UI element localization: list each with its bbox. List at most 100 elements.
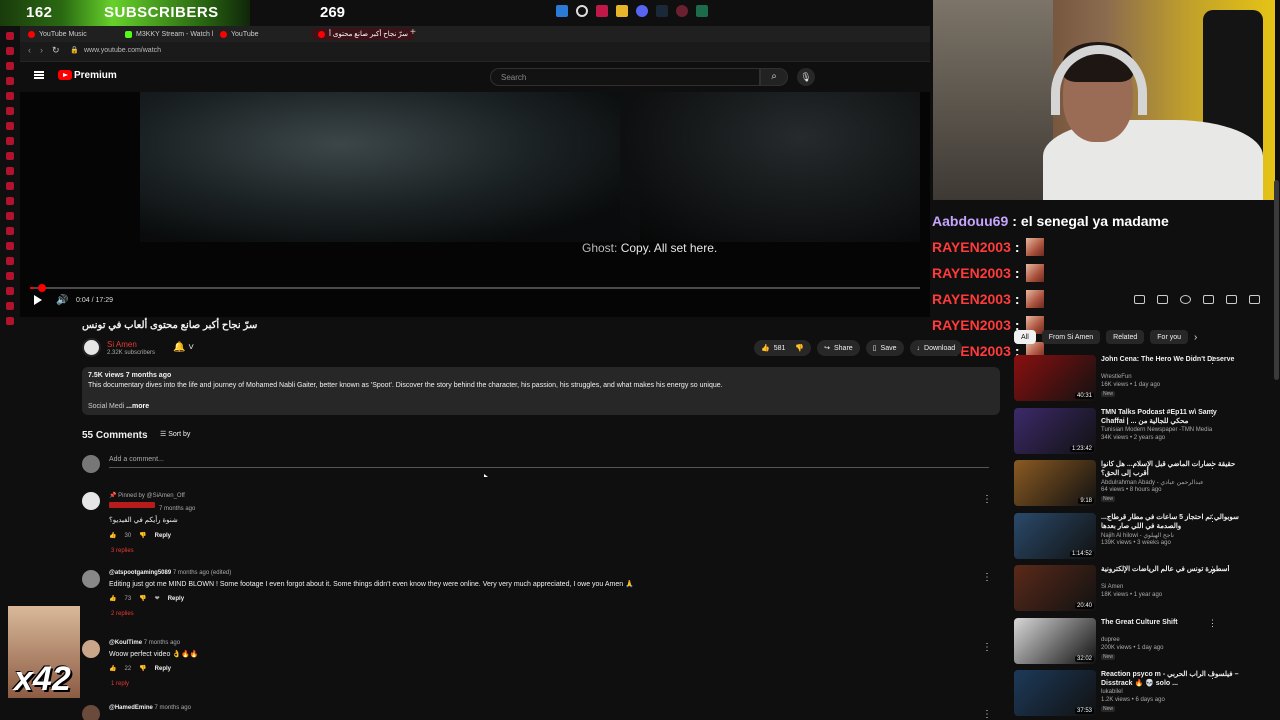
tab-video-active[interactable]: سرّ نجاح أكبر صانع محتوى أ xyxy=(312,28,414,40)
sidebar-app-icon[interactable] xyxy=(6,287,14,295)
recommended-title[interactable]: أسطورة تونس في عالم الرياضات الإلكترونية xyxy=(1101,565,1241,574)
sidebar-app-icon[interactable] xyxy=(6,167,14,175)
progress-scrubber[interactable] xyxy=(38,284,46,292)
sidebar-app-icon[interactable] xyxy=(6,227,14,235)
scrollbar[interactable] xyxy=(1274,180,1279,380)
reply-button[interactable]: Reply xyxy=(155,666,171,672)
thumbs-down-icon[interactable]: 👎 xyxy=(795,344,804,352)
recommended-video[interactable]: 20:40 أسطورة تونس في عالم الرياضات الإلكت… xyxy=(1014,565,1264,615)
progress-bar[interactable] xyxy=(30,284,920,292)
more-options-icon[interactable]: ⋮ xyxy=(1208,618,1217,629)
video-thumbnail[interactable]: 9:18 xyxy=(1014,460,1096,506)
recommended-channel[interactable]: lukabilel xyxy=(1101,689,1123,695)
notification-bell-icon[interactable]: 🔔 ˅ xyxy=(173,342,194,353)
recommended-title[interactable]: TMN Talks Podcast #Ep11 w\ Samy Chaffai … xyxy=(1101,408,1241,426)
recommended-title[interactable]: سوبوالي تم احتجاز 5 ساعات في مطار قرطاج.… xyxy=(1101,513,1241,531)
recommended-video[interactable]: 32:02 The Great Culture Shift dupree 200K v… xyxy=(1014,617,1264,668)
more-options-icon[interactable]: ⋮ xyxy=(982,494,992,505)
video-player[interactable]: Ghost: Copy. All set here. 🔊 0:04 / 17:2… xyxy=(20,92,930,317)
recommended-title[interactable]: Reaction psyco m - فيلسوف الراب الحربي –… xyxy=(1101,670,1241,688)
chip-related[interactable]: Related xyxy=(1106,330,1145,344)
reply-button[interactable]: Reply xyxy=(155,533,171,539)
thumbs-up-icon[interactable]: 👍 xyxy=(109,665,116,672)
more-options-icon[interactable]: ⋮ xyxy=(1208,670,1217,681)
back-icon[interactable]: ‹ xyxy=(28,45,31,55)
sidebar-app-icon[interactable] xyxy=(6,92,14,100)
sidebar-app-icon[interactable] xyxy=(6,302,14,310)
recommended-video[interactable]: 9:18 حقيقة حضارات الماضي قبل الإسلام... ه… xyxy=(1014,460,1264,510)
more-options-icon[interactable]: ⋮ xyxy=(982,642,992,653)
more-options-icon[interactable]: ⋮ xyxy=(982,709,992,720)
reload-icon[interactable]: ↻ xyxy=(52,45,60,56)
more-options-icon[interactable]: ⋮ xyxy=(1208,355,1217,366)
channel-name[interactable]: Si Amen xyxy=(107,340,137,349)
sidebar-app-icon[interactable] xyxy=(6,137,14,145)
discord-icon[interactable] xyxy=(636,5,648,17)
chip-for-you[interactable]: For you xyxy=(1150,330,1189,344)
like-button[interactable]: 👍 581 👎 xyxy=(754,340,812,356)
app-icon[interactable] xyxy=(676,5,688,17)
windows-icon[interactable] xyxy=(556,5,568,17)
comment-avatar[interactable] xyxy=(82,570,100,588)
recommended-channel[interactable]: Najih Al hilowi - ناجح الهيلوي xyxy=(1101,532,1174,539)
share-button[interactable]: ↪ Share xyxy=(817,340,860,356)
replies-toggle[interactable]: 1 reply xyxy=(111,681,129,687)
comment-avatar[interactable] xyxy=(82,705,100,720)
sidebar-app-icon[interactable] xyxy=(6,272,14,280)
chip-from-channel[interactable]: From Si Amen xyxy=(1041,330,1101,344)
thumbs-down-icon[interactable]: 👎 xyxy=(139,595,146,602)
sidebar-app-icon[interactable] xyxy=(6,122,14,130)
recommended-title[interactable]: John Cena: The Hero We Didn't Deserve xyxy=(1101,355,1241,364)
sidebar-app-icon[interactable] xyxy=(6,107,14,115)
tab-stream[interactable]: M3KKY Stream - Watch l xyxy=(125,28,213,40)
recommended-channel[interactable]: WrestleFun xyxy=(1101,374,1132,380)
recommended-channel[interactable]: Si Amen xyxy=(1101,584,1123,590)
menu-icon[interactable] xyxy=(34,71,44,79)
reply-button[interactable]: Reply xyxy=(168,596,184,602)
video-thumbnail[interactable]: 1:14:52 xyxy=(1014,512,1096,559)
comment-author-badge[interactable] xyxy=(109,502,155,508)
sidebar-app-icon[interactable] xyxy=(6,32,14,40)
recommended-channel[interactable]: dupree xyxy=(1101,637,1120,643)
description-box[interactable]: 7.5K views 7 months ago This documentary… xyxy=(82,367,1000,415)
add-comment-input[interactable]: Add a comment... xyxy=(109,456,989,468)
more-options-icon[interactable]: ⋮ xyxy=(1208,513,1217,524)
download-button[interactable]: ↓ Download xyxy=(909,340,963,356)
description-more[interactable]: Social Medi ...more xyxy=(88,403,149,410)
new-tab-icon[interactable]: + xyxy=(410,27,416,38)
chip-all[interactable]: All xyxy=(1014,330,1036,344)
recommended-channel[interactable]: Tunisian Modern Newspaper -TMN Media xyxy=(1101,427,1212,433)
video-thumbnail[interactable]: 1:23:42 xyxy=(1014,407,1096,454)
recommended-title[interactable]: The Great Culture Shift xyxy=(1101,618,1241,627)
sidebar-app-icon[interactable] xyxy=(6,62,14,70)
sidebar-app-icon[interactable] xyxy=(6,182,14,190)
youtube-premium-label[interactable]: Premium xyxy=(74,70,117,81)
tab-youtube[interactable]: YouTube xyxy=(220,28,259,40)
sidebar-app-icon[interactable] xyxy=(6,317,14,325)
search-input[interactable]: Search xyxy=(490,68,760,86)
comment-avatar[interactable] xyxy=(82,492,100,510)
recommended-video[interactable]: 1:14:52 سوبوالي تم احتجاز 5 ساعات في مطار… xyxy=(1014,512,1264,563)
thumbs-up-icon[interactable]: 👍 xyxy=(109,595,116,602)
volume-icon[interactable]: 🔊 xyxy=(56,295,68,306)
recommended-channel[interactable]: Abdulrahman Abady - عبدالرحمن عبادي xyxy=(1101,479,1204,486)
recommended-video[interactable]: 37:53 Reaction psyco m - فيلسوف الراب الح… xyxy=(1014,670,1264,720)
chevron-right-icon[interactable]: › xyxy=(1194,332,1197,343)
sidebar-app-icon[interactable] xyxy=(6,197,14,205)
forward-icon[interactable]: › xyxy=(40,45,43,55)
search-icon[interactable] xyxy=(576,5,588,17)
video-thumbnail[interactable]: 37:53 xyxy=(1014,670,1096,716)
sidebar-app-icon[interactable] xyxy=(6,152,14,160)
more-options-icon[interactable]: ⋮ xyxy=(1208,460,1217,471)
more-options-icon[interactable]: ⋮ xyxy=(982,572,992,583)
folder-icon[interactable] xyxy=(616,5,628,17)
save-button[interactable]: ▯ Save xyxy=(865,340,904,356)
comment-avatar[interactable] xyxy=(82,640,100,658)
voice-search-icon[interactable]: 🎙 xyxy=(797,68,815,86)
tab-youtube-music[interactable]: YouTube Music xyxy=(28,28,87,40)
sort-by-button[interactable]: ☰ Sort by xyxy=(160,430,190,438)
channel-avatar[interactable] xyxy=(82,338,101,357)
video-thumbnail[interactable]: 40:31 xyxy=(1014,355,1096,401)
play-icon[interactable] xyxy=(34,295,42,305)
app-icon[interactable] xyxy=(696,5,708,17)
